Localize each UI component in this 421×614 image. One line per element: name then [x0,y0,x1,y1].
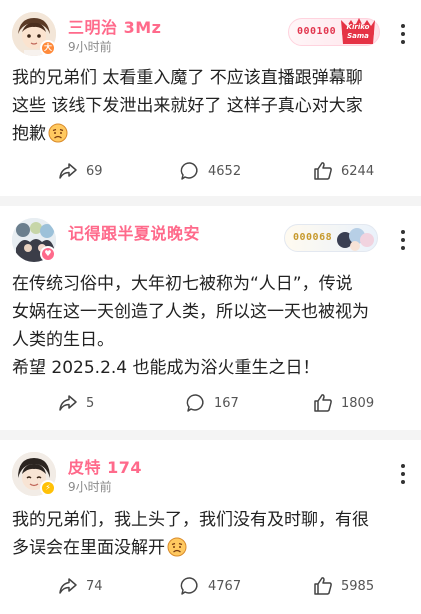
comment-icon [180,162,198,180]
username[interactable]: 皮特 174 [68,454,142,478]
share-icon [59,578,77,594]
comment-button[interactable]: 4767 [180,574,241,598]
more-icon[interactable] [399,464,407,484]
fan-badge-image [335,222,375,258]
fan-badge[interactable]: 000100 Kiriko Sama [288,18,380,46]
comment-icon [180,577,198,595]
sad-face-emoji [48,123,68,152]
timestamp: 9小时前 [68,480,112,494]
divider [0,430,421,440]
share-count: 74 [86,578,103,594]
share-icon [59,163,77,179]
post-card[interactable]: ♥ 记得跟半夏说晚安 000068 在传统习俗中，大年初七被称为“人日”，传说 … [0,206,421,430]
like-button[interactable]: 1809 [313,391,374,415]
share-button[interactable]: 69 [58,159,103,183]
avatar-level-badge: ♥ [40,246,56,262]
like-count: 6244 [341,163,375,179]
share-icon [59,395,77,411]
divider [0,196,421,206]
username[interactable]: 记得跟半夏说晚安 [68,220,200,244]
more-icon[interactable] [399,24,407,44]
post-card[interactable]: ⚡ 皮特 174 9小时前 我的兄弟们，我上头了，我们没有及时聊，有很 多误会在… [0,440,421,614]
sad-face-emoji [167,537,187,566]
username[interactable]: 三明治 3Mz [68,14,161,38]
avatar-level-badge: 大 [40,40,56,56]
like-button[interactable]: 5985 [313,574,374,598]
post-content: 在传统习俗中，大年初七被称为“人日”，传说 女娲在这一天创造了人类，所以这一天也… [12,274,369,378]
share-count: 69 [86,163,103,179]
share-count: 5 [86,395,95,411]
fan-badge[interactable]: 000068 [284,224,378,252]
fan-badge-label: Kiriko Sama [346,23,370,40]
timestamp: 9小时前 [68,40,112,54]
comment-count: 4767 [208,578,242,594]
post-actions: 5 167 1809 [0,391,421,415]
feed: 大 三明治 3Mz 9小时前 000100 Kiriko Sama 我的兄弟们 … [0,0,421,614]
fan-badge-number: 000100 [297,26,337,37]
comment-icon [186,394,204,412]
more-icon[interactable] [399,230,407,250]
comment-button[interactable]: 4652 [180,159,241,183]
share-button[interactable]: 74 [58,574,103,598]
post-content: 我的兄弟们，我上头了，我们没有及时聊，有很 多误会在里面没解开 [12,506,410,566]
like-icon [314,162,332,180]
avatar-level-badge: ⚡ [40,480,56,496]
share-button[interactable]: 5 [58,391,94,415]
post-card[interactable]: 大 三明治 3Mz 9小时前 000100 Kiriko Sama 我的兄弟们 … [0,0,421,200]
comment-count: 4652 [208,163,242,179]
fan-badge-number: 000068 [293,232,333,243]
comment-button[interactable]: 167 [186,391,239,415]
post-actions: 74 4767 5985 [0,574,421,598]
like-button[interactable]: 6244 [313,159,374,183]
post-text: 我的兄弟们，我上头了，我们没有及时聊，有很 多误会在里面没解开 [12,510,369,558]
post-actions: 69 4652 6244 [0,159,421,183]
comment-count: 167 [214,395,239,411]
like-count: 5985 [341,578,375,594]
post-content: 我的兄弟们 太看重入魔了 不应该直播跟弹幕聊 这些 该线下发泄出来就好了 这样子… [12,64,410,152]
like-icon [314,394,332,412]
like-count: 1809 [341,395,375,411]
like-icon [314,577,332,595]
